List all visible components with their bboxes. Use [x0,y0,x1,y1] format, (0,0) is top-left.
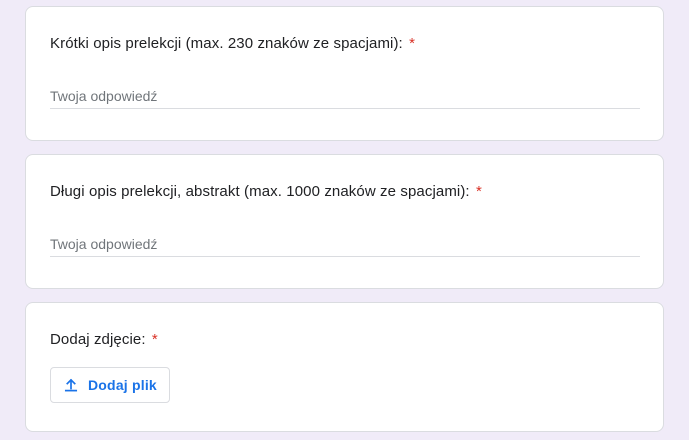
long-description-input[interactable] [50,233,640,255]
question-title-text: Długi opis prelekcji, abstrakt (max. 100… [50,183,470,200]
answer-field [50,233,640,257]
question-card-short-description: Krótki opis prelekcji (max. 230 znaków z… [25,6,664,141]
add-file-label: Dodaj plik [88,377,157,393]
add-file-button[interactable]: Dodaj plik [50,367,170,403]
required-asterisk: * [151,331,158,348]
question-card-long-description: Długi opis prelekcji, abstrakt (max. 100… [25,154,664,289]
question-title-text: Dodaj zdjęcie: [50,331,146,348]
question-card-photo-upload: Dodaj zdjęcie: * Dodaj plik [25,302,664,432]
answer-field [50,85,640,109]
question-title-text: Krótki opis prelekcji (max. 230 znaków z… [50,35,403,52]
upload-icon [64,378,78,392]
question-title: Krótki opis prelekcji (max. 230 znaków z… [50,35,415,52]
required-asterisk: * [409,35,416,52]
question-title: Długi opis prelekcji, abstrakt (max. 100… [50,183,482,200]
required-asterisk: * [475,183,482,200]
question-title: Dodaj zdjęcie: * [50,331,158,348]
short-description-input[interactable] [50,85,640,107]
